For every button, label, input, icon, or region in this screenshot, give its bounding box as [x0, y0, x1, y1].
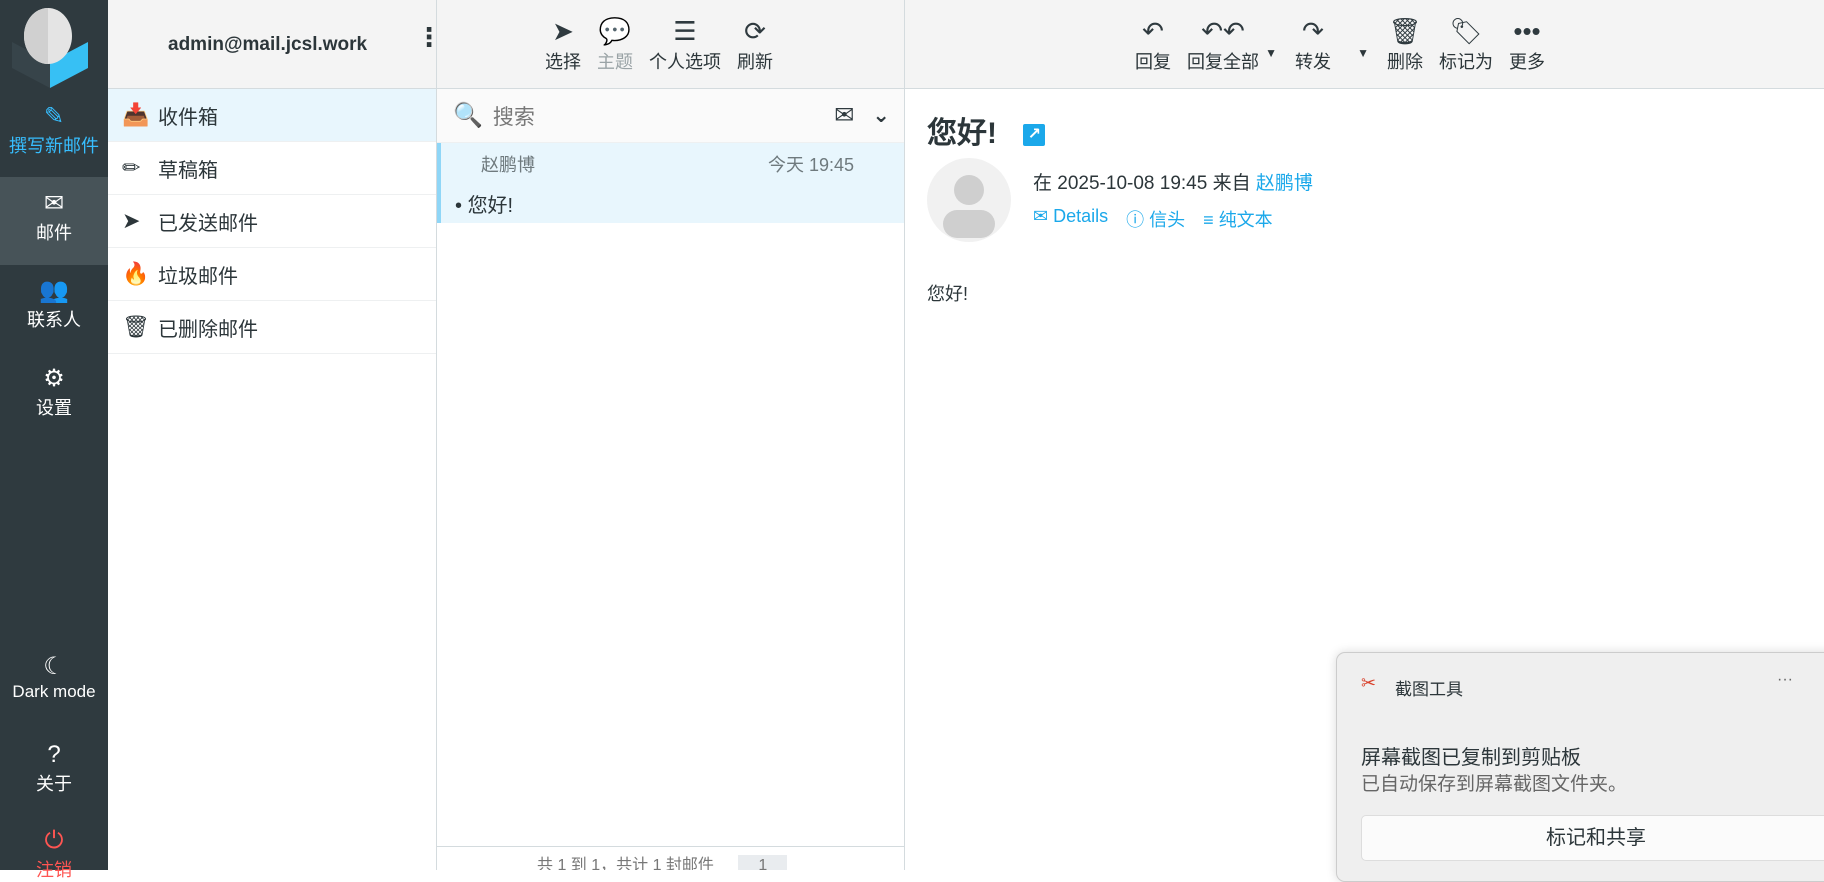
forward-icon: ↷ — [1302, 16, 1324, 46]
message-meta: 在 2025-10-08 19:45 来自 赵鹏博 — [1033, 173, 1313, 194]
message-list-pane: ➤ 选择 💬 主题 ☰ 个人选项 ⟳ 刷新 🔍 搜索 ✉ ⌄ 赵鹏博 今天 19:45 … — [437, 0, 905, 870]
notification-more-button[interactable]: ··· — [1777, 671, 1793, 689]
snipping-tool-icon: ✂ — [1361, 673, 1377, 693]
page-number[interactable]: 1 — [738, 855, 788, 870]
envelope-filter-icon[interactable]: ✉ — [834, 101, 854, 130]
search-input[interactable]: 搜索 — [493, 101, 834, 131]
info-icon: ⓘ — [1126, 210, 1145, 230]
threads-button[interactable]: 💬 主题 — [589, 14, 641, 74]
trash-icon: 🗑 — [122, 314, 150, 339]
message-subject: 您好! — [467, 195, 514, 217]
delete-button[interactable]: 🗑 删除 — [1379, 14, 1431, 74]
question-icon: ? — [47, 741, 61, 768]
comments-icon: 💬 — [598, 16, 632, 46]
power-icon: ⏻ — [44, 827, 64, 854]
roundcube-logo — [12, 8, 88, 88]
refresh-icon: ⟳ — [744, 16, 766, 46]
dark-mode-toggle[interactable]: ☾ Dark mode — [0, 652, 108, 702]
list-options-button[interactable]: ☰ 个人选项 — [641, 14, 729, 74]
refresh-button[interactable]: ⟳ 刷新 — [729, 14, 781, 74]
chevron-down-icon[interactable]: ⌄ — [872, 103, 890, 128]
cursor-icon: ➤ — [552, 16, 574, 46]
ellipsis-icon: ••• — [1513, 16, 1541, 46]
dropdown-caret-icon[interactable]: ▼ — [1357, 46, 1369, 60]
envelope-icon: ✉ — [1033, 206, 1049, 226]
sliders-icon: ☰ — [673, 16, 697, 46]
logout-button[interactable]: ⏻ 注销 — [0, 826, 108, 882]
sender-link[interactable]: 赵鹏博 — [1256, 173, 1313, 194]
fire-icon: 🔥 — [122, 261, 150, 286]
pagination: 共 1 到 1，共计 1 封邮件 1 — [437, 846, 904, 870]
compose-icon: ✎ — [43, 103, 65, 130]
reply-icon: ↶ — [1142, 16, 1164, 46]
folder-inbox[interactable]: 📥 收件箱 — [108, 89, 436, 142]
account-menu-button[interactable]: ⋮ — [416, 24, 442, 50]
search-icon: 🔍 — [453, 102, 483, 129]
more-button[interactable]: ••• 更多 — [1501, 14, 1553, 74]
reply-all-button[interactable]: ↶↶ 回复全部 ▼ — [1179, 14, 1277, 74]
moon-icon: ☾ — [43, 653, 65, 680]
inbox-icon: 📥 — [122, 102, 150, 127]
snipping-tool-notification: ✂ 截图工具 ··· 屏幕截图已复制到剪贴板 已自动保存到屏幕截图文件夹。 标记… — [1336, 652, 1824, 882]
open-external-icon[interactable]: ↗ — [1023, 124, 1046, 147]
gear-icon: ⚙ — [43, 365, 65, 392]
sidebar: ✎ 撰写新邮件 ✉ 邮件 👥 联系人 ⚙ 设置 ☾ Dark mode ? 关于 ⏻ 注销 — [0, 0, 108, 880]
mark-button[interactable]: 🏷 标记为 — [1431, 14, 1501, 74]
nav-mail[interactable]: ✉ 邮件 — [0, 177, 108, 265]
users-icon: 👥 — [39, 277, 69, 304]
markup-share-button[interactable]: 标记和共享 — [1361, 815, 1824, 861]
nav-contacts[interactable]: 👥 联系人 — [0, 276, 108, 332]
envelope-icon: ✉ — [43, 190, 65, 217]
dropdown-caret-icon[interactable]: ▼ — [1265, 46, 1277, 60]
folder-sent[interactable]: ➤ 已发送邮件 — [108, 195, 436, 248]
reply-button[interactable]: ↶ 回复 — [1127, 14, 1179, 74]
message-body: 您好! — [927, 284, 969, 304]
trash-icon: 🗑 — [1388, 16, 1422, 46]
account-name: admin@mail.jcsl.work — [168, 34, 368, 55]
folder-pane: admin@mail.jcsl.work ⋮ 📥 收件箱 ✏ 草稿箱 ➤ 已发送邮件 🔥… — [108, 0, 442, 870]
plain-text-link[interactable]: ≡ 纯文本 — [1203, 206, 1273, 232]
paper-plane-icon: ➤ — [122, 208, 141, 233]
search-bar[interactable]: 🔍 搜索 ✉ ⌄ — [437, 89, 904, 143]
compose-button[interactable]: ✎ 撰写新邮件 — [0, 102, 108, 158]
nav-settings[interactable]: ⚙ 设置 — [0, 364, 108, 420]
sender-avatar — [927, 158, 1011, 242]
details-link[interactable]: ✉ Details — [1033, 206, 1108, 232]
folder-drafts[interactable]: ✏ 草稿箱 — [108, 142, 436, 195]
headers-link[interactable]: ⓘ 信头 — [1126, 206, 1185, 232]
message-list-item[interactable]: 赵鹏博 今天 19:45 • 您好! — [437, 143, 904, 223]
reply-all-icon: ↶↶ — [1201, 16, 1245, 46]
pencil-icon: ✏ — [122, 155, 141, 180]
list-icon: ≡ — [1203, 210, 1214, 230]
select-button[interactable]: ➤ 选择 — [537, 14, 589, 74]
tag-icon: 🏷 — [1449, 16, 1483, 46]
nav-about[interactable]: ? 关于 — [0, 740, 108, 796]
folder-trash[interactable]: 🗑 已删除邮件 — [108, 301, 436, 354]
message-subject-heading: 您好! ↗ — [927, 108, 1046, 152]
forward-button[interactable]: ↷ 转发 ▼ — [1287, 14, 1369, 74]
folder-junk[interactable]: 🔥 垃圾邮件 — [108, 248, 436, 301]
